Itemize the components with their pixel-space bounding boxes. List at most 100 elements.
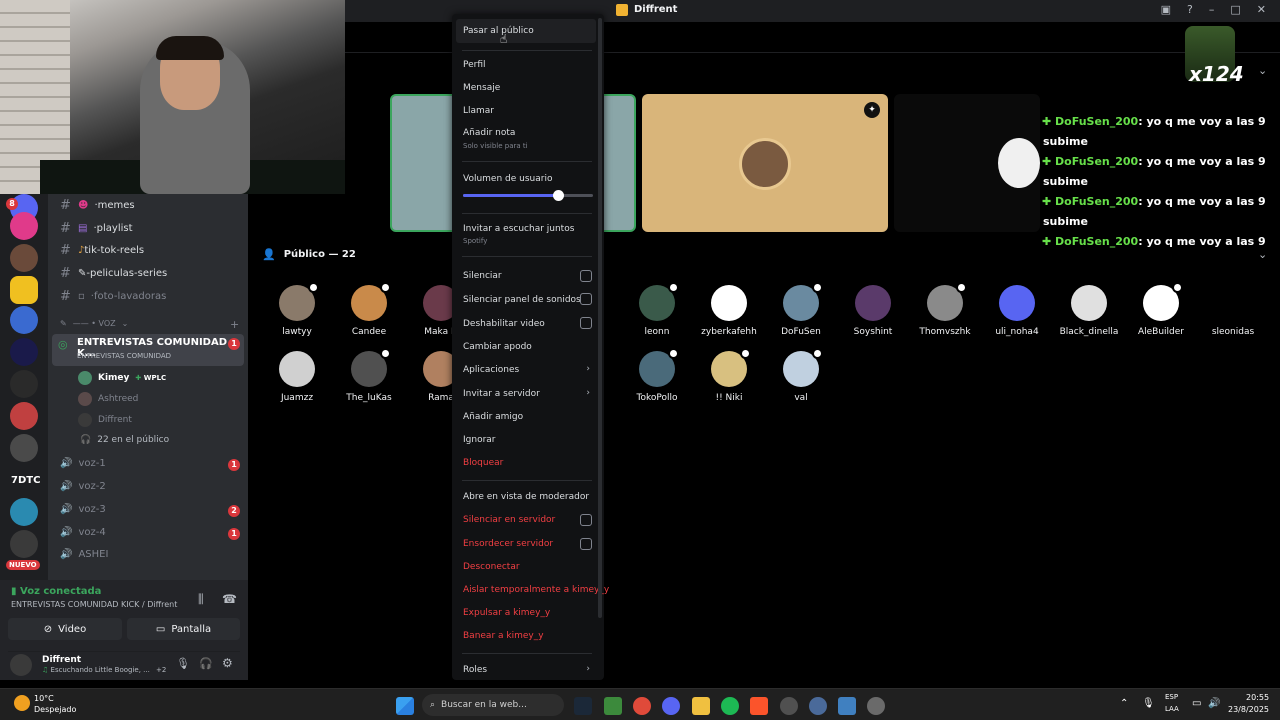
chrome-icon[interactable] bbox=[633, 697, 651, 715]
file-explorer-icon[interactable] bbox=[692, 697, 710, 715]
app-icon[interactable] bbox=[780, 697, 798, 715]
soundwave-icon[interactable]: ⫼ bbox=[198, 592, 204, 607]
language-indicator[interactable]: ESP bbox=[1165, 693, 1178, 701]
ignore-item[interactable]: Ignorar bbox=[463, 435, 496, 445]
screen-share-button[interactable]: ▭ Pantalla bbox=[127, 618, 240, 640]
channel-peliculas-series[interactable]: # ✎ -peliculas-series bbox=[60, 266, 167, 281]
video-button[interactable]: ⊘ Video bbox=[8, 618, 122, 640]
channel-tik-tok-reels[interactable]: # ♪ tik-tok-reels bbox=[60, 243, 144, 258]
voice-channel[interactable]: 🔊 voz-4 bbox=[60, 527, 106, 538]
roles-item[interactable]: Roles bbox=[463, 665, 487, 675]
notepad-icon[interactable] bbox=[838, 697, 856, 715]
menu-scrollbar[interactable] bbox=[598, 18, 602, 618]
stage-member[interactable]: Ashtreed bbox=[78, 392, 138, 406]
kick-item[interactable]: Expulsar a kimey_y bbox=[463, 608, 550, 618]
stage-channel-active[interactable]: ◎ ENTREVISTAS COMUNIDAD K... ENTREVISTAS… bbox=[52, 334, 244, 366]
taskbar-search[interactable]: ⌕ Buscar en la web... bbox=[422, 694, 564, 716]
user-volume-slider[interactable] bbox=[463, 190, 593, 201]
inbox-icon[interactable]: ▣ bbox=[1161, 3, 1171, 16]
spotify-icon[interactable] bbox=[721, 697, 739, 715]
maximize-icon[interactable]: □ bbox=[1230, 3, 1240, 16]
weather-icon[interactable] bbox=[14, 695, 30, 711]
close-icon[interactable]: ✕ bbox=[1257, 3, 1266, 16]
disconnect-icon[interactable]: ☎ bbox=[222, 592, 237, 606]
tray-chevron-icon[interactable]: ⌃ bbox=[1120, 698, 1128, 709]
speaker-tile[interactable] bbox=[894, 94, 1040, 232]
server-icon[interactable] bbox=[10, 338, 38, 366]
volume-icon[interactable]: 🔊 bbox=[1208, 698, 1220, 709]
brave-icon[interactable] bbox=[750, 697, 768, 715]
minimize-icon[interactable]: – bbox=[1209, 3, 1215, 16]
server-icon[interactable] bbox=[10, 402, 38, 430]
server-mute-checkbox[interactable] bbox=[580, 514, 592, 526]
server-icon[interactable] bbox=[10, 244, 38, 272]
disable-video-item[interactable]: Deshabilitar video bbox=[463, 319, 545, 329]
weather-desc[interactable]: Despejado bbox=[34, 705, 76, 714]
voice-channel[interactable]: 🔊 ASHEI bbox=[60, 549, 108, 560]
moderator-view-item[interactable]: Abre en vista de moderador bbox=[463, 492, 589, 502]
discord-icon[interactable] bbox=[662, 697, 680, 715]
stage-member[interactable]: Kimey ✚ WPLC bbox=[78, 371, 166, 385]
app-icon[interactable] bbox=[809, 697, 827, 715]
gear-icon[interactable]: ⚙ bbox=[222, 656, 233, 670]
server-icon[interactable] bbox=[10, 498, 38, 526]
timeout-item[interactable]: Aislar temporalmente a kimey_y bbox=[463, 585, 609, 595]
apps-item[interactable]: Aplicaciones bbox=[463, 365, 519, 375]
server-deafen-checkbox[interactable] bbox=[580, 538, 592, 550]
server-icon[interactable] bbox=[10, 434, 38, 462]
server-icon[interactable] bbox=[10, 370, 38, 398]
server-label[interactable]: 7DTC bbox=[11, 475, 40, 486]
block-item[interactable]: Bloquear bbox=[463, 458, 503, 468]
message-item[interactable]: Mensaje bbox=[463, 83, 500, 93]
clock-time[interactable]: 20:55 bbox=[1246, 693, 1269, 702]
minecraft-icon[interactable] bbox=[604, 697, 622, 715]
volume-knob[interactable] bbox=[552, 190, 564, 201]
voice-channel[interactable]: 🔊 voz-2 bbox=[60, 481, 106, 492]
voice-channel[interactable]: 🔊 voz-3 bbox=[60, 504, 106, 515]
collapse-chevron-icon[interactable]: ⌄ bbox=[1258, 64, 1267, 77]
disable-video-checkbox[interactable] bbox=[580, 317, 592, 329]
add-friend-item[interactable]: Añadir amigo bbox=[463, 412, 523, 422]
server-mute-item[interactable]: Silenciar en servidor bbox=[463, 515, 555, 525]
mute-item[interactable]: Silenciar bbox=[463, 271, 502, 281]
voice-channel[interactable]: 🔊 voz-1 bbox=[60, 458, 106, 469]
user-avatar[interactable] bbox=[10, 654, 32, 676]
microphone-icon[interactable]: 🎙 bbox=[176, 657, 190, 670]
add-channel-icon[interactable]: + bbox=[230, 318, 239, 331]
network-icon[interactable]: ▭ bbox=[1192, 698, 1201, 709]
channel-playlist[interactable]: # ▤ · playlist bbox=[60, 221, 133, 236]
steam-icon[interactable] bbox=[574, 697, 592, 715]
stage-member[interactable]: Diffrent bbox=[78, 413, 132, 427]
server-deafen-item[interactable]: Ensordecer servidor bbox=[463, 539, 553, 549]
mute-soundboard-checkbox[interactable] bbox=[580, 293, 592, 305]
weather-temp[interactable]: 10°C bbox=[34, 694, 54, 703]
channel-foto-lavadoras[interactable]: # ▫ · foto-lavadoras bbox=[60, 289, 166, 304]
server-icon[interactable] bbox=[10, 306, 38, 334]
windows-start-icon[interactable] bbox=[396, 697, 414, 715]
category-voz[interactable]: ✎ —— • VOZ ⌄ bbox=[60, 319, 128, 328]
clock-date[interactable]: 23/8/2025 bbox=[1228, 705, 1269, 714]
move-to-audience-item[interactable]: Pasar al público bbox=[463, 26, 534, 36]
change-nickname-item[interactable]: Cambiar apodo bbox=[463, 342, 532, 352]
voice-channel-path[interactable]: ENTREVISTAS COMUNIDAD KICK / Diffrent bbox=[11, 600, 177, 609]
headphones-icon[interactable]: 🎧 bbox=[199, 657, 213, 670]
help-icon[interactable]: ? bbox=[1187, 3, 1193, 16]
settings-icon[interactable] bbox=[867, 697, 885, 715]
call-item[interactable]: Llamar bbox=[463, 106, 494, 116]
mute-checkbox[interactable] bbox=[580, 270, 592, 282]
microphone-icon[interactable]: 🎙 bbox=[1142, 698, 1155, 709]
listen-along-item[interactable]: Invitar a escuchar juntos bbox=[463, 224, 574, 234]
add-note-item[interactable]: Añadir nota bbox=[463, 128, 515, 138]
voice-status[interactable]: ▮ Voz conectada bbox=[11, 586, 101, 597]
channel-memes[interactable]: # ☻ · memes bbox=[60, 198, 135, 213]
disconnect-item[interactable]: Desconectar bbox=[463, 562, 520, 572]
server-icon[interactable] bbox=[10, 212, 38, 240]
invite-server-item[interactable]: Invitar a servidor bbox=[463, 389, 540, 399]
ban-item[interactable]: Banear a kimey_y bbox=[463, 631, 544, 641]
keyboard-layout[interactable]: LAA bbox=[1165, 705, 1179, 713]
speaker-tile[interactable]: ✦ bbox=[642, 94, 888, 232]
profile-item[interactable]: Perfil bbox=[463, 60, 486, 70]
server-icon[interactable] bbox=[10, 530, 38, 558]
mute-soundboard-item[interactable]: Silenciar panel de sonidos bbox=[463, 295, 581, 305]
server-icon[interactable] bbox=[10, 276, 38, 304]
